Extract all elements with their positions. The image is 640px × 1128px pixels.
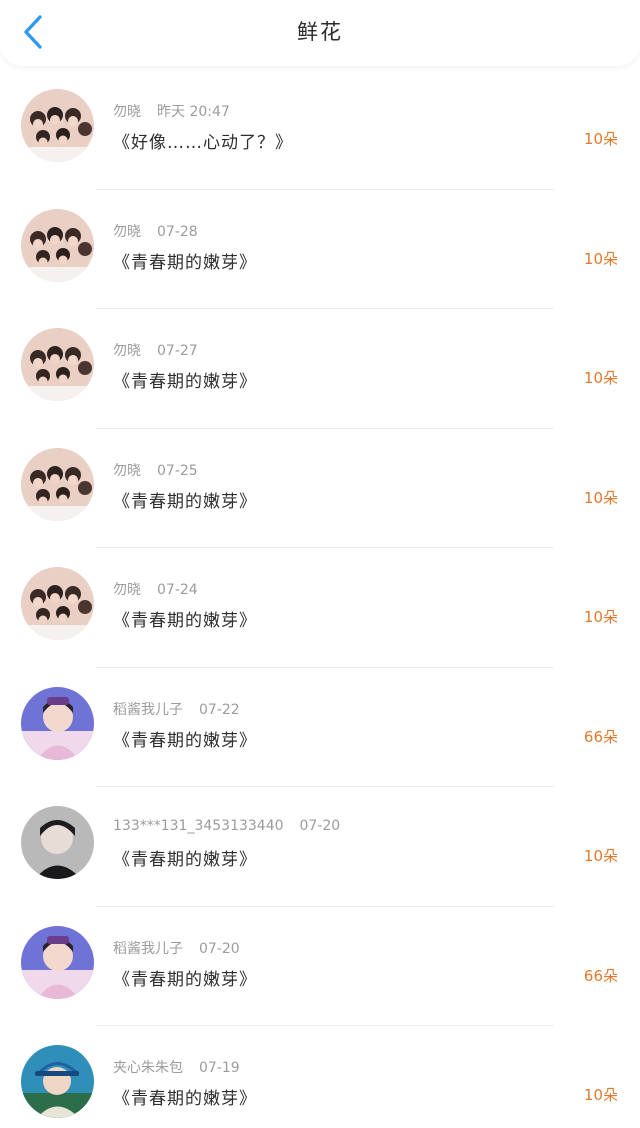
sender-name: 勿晓 [113,462,141,479]
avatar[interactable] [21,89,94,162]
flower-amount: 10朵 [583,488,618,507]
avatar-boy-grey-photo [21,806,94,879]
list-item[interactable]: 稻酱我儿子 07-20 《青春期的嫩芽》 66朵 [0,907,640,1026]
sender-meta: 勿晓 07-27 [113,340,198,360]
flower-amount: 10朵 [583,608,618,626]
list-item[interactable]: 勿晓 07-27 《青春期的嫩芽》 10朵 [0,309,640,429]
flower-amount: 66朵 [583,727,618,746]
list-item[interactable]: 勿晓 07-24 《青春期的嫩芽》 10朵 [0,548,640,668]
avatar-group-photo [21,208,94,282]
sender-meta: 勿晓 昨天 20:47 [113,101,230,121]
avatar-group-photo [21,89,94,162]
gift-record-list: 勿晓 昨天 20:47 《好像……心动了？》 10朵 勿晓 07-28 《青春期的嫩… [0,70,640,1128]
send-date: 07-20 [299,818,341,834]
flower-amount: 10朵 [583,1086,618,1104]
gift-title: 《青春期的嫩芽》 [113,372,257,392]
sender-meta: 夹心朱朱包 07-19 [113,1057,240,1077]
avatar[interactable] [21,328,94,401]
sender-name: 勿晓 [113,582,141,598]
list-item[interactable]: 勿晓 07-28 《青春期的嫩芽》 10朵 [0,190,640,309]
list-item[interactable]: 勿晓 07-25 《青春期的嫩芽》 10朵 [0,429,640,548]
sender-meta: 勿晓 07-25 [113,460,198,480]
send-date: 07-27 [157,343,198,359]
gift-title: 《青春期的嫩芽》 [113,1089,257,1109]
avatar[interactable] [21,806,94,879]
sender-name: 夹心朱朱包 [113,1060,183,1076]
flower-amount: 66朵 [583,966,618,985]
send-date: 07-28 [157,223,198,240]
avatar[interactable] [21,447,94,521]
avatar[interactable] [21,208,94,282]
sender-name: 稻酱我儿子 [113,701,183,718]
avatar[interactable] [21,925,94,999]
gift-title: 《好像……心动了？》 [113,133,293,153]
sender-meta: 133***131_3453133440 07-20 [113,818,340,834]
gift-title: 《青春期的嫩芽》 [113,730,257,751]
send-date: 07-22 [199,701,240,718]
avatar[interactable] [21,1045,94,1118]
sender-meta: 勿晓 07-28 [113,221,198,241]
gift-title: 《青春期的嫩芽》 [113,969,257,990]
list-item[interactable]: 133***131_3453133440 07-20 《青春期的嫩芽》 10朵 [0,787,640,907]
avatar[interactable] [21,567,94,640]
avatar-boy-blue-photo [21,925,94,999]
gift-title: 《青春期的嫩芽》 [113,611,257,631]
page-title: 鲜花 [297,20,343,44]
sender-meta: 稻酱我儿子 07-20 [113,938,240,958]
sender-name: 勿晓 [113,104,141,120]
avatar-boy-cap-photo [21,1045,94,1118]
send-date: 昨天 20:47 [157,104,230,120]
app-screen: 鲜花 勿晓 昨天 20:47 《好像……心动了？》 10朵 勿晓 07-28 《青春… [0,0,640,1128]
list-item[interactable]: 稻酱我儿子 07-22 《青春期的嫩芽》 66朵 [0,668,640,787]
avatar-group-photo [21,567,94,640]
send-date: 07-20 [199,940,240,957]
avatar[interactable] [21,686,94,760]
gift-title: 《青春期的嫩芽》 [113,850,257,870]
sender-meta: 稻酱我儿子 07-22 [113,699,240,719]
sender-name: 勿晓 [113,343,141,359]
top-navigation-bar: 鲜花 [0,0,640,66]
gift-title: 《青春期的嫩芽》 [113,252,257,273]
list-item[interactable]: 夹心朱朱包 07-19 《青春期的嫩芽》 10朵 [0,1026,640,1128]
list-item[interactable]: 勿晓 昨天 20:47 《好像……心动了？》 10朵 [0,70,640,190]
gift-title: 《青春期的嫩芽》 [113,491,257,512]
flower-amount: 10朵 [583,847,618,865]
send-date: 07-25 [157,462,198,479]
flower-amount: 10朵 [583,249,618,268]
sender-name: 稻酱我儿子 [113,940,183,957]
avatar-group-photo [21,328,94,401]
flower-amount: 10朵 [583,130,618,148]
avatar-boy-blue-photo [21,686,94,760]
flower-amount: 10朵 [583,369,618,387]
send-date: 07-19 [199,1060,240,1076]
send-date: 07-24 [157,582,198,598]
sender-name: 133***131_3453133440 [113,818,284,834]
avatar-group-photo [21,447,94,521]
sender-name: 勿晓 [113,223,141,240]
sender-meta: 勿晓 07-24 [113,579,198,599]
